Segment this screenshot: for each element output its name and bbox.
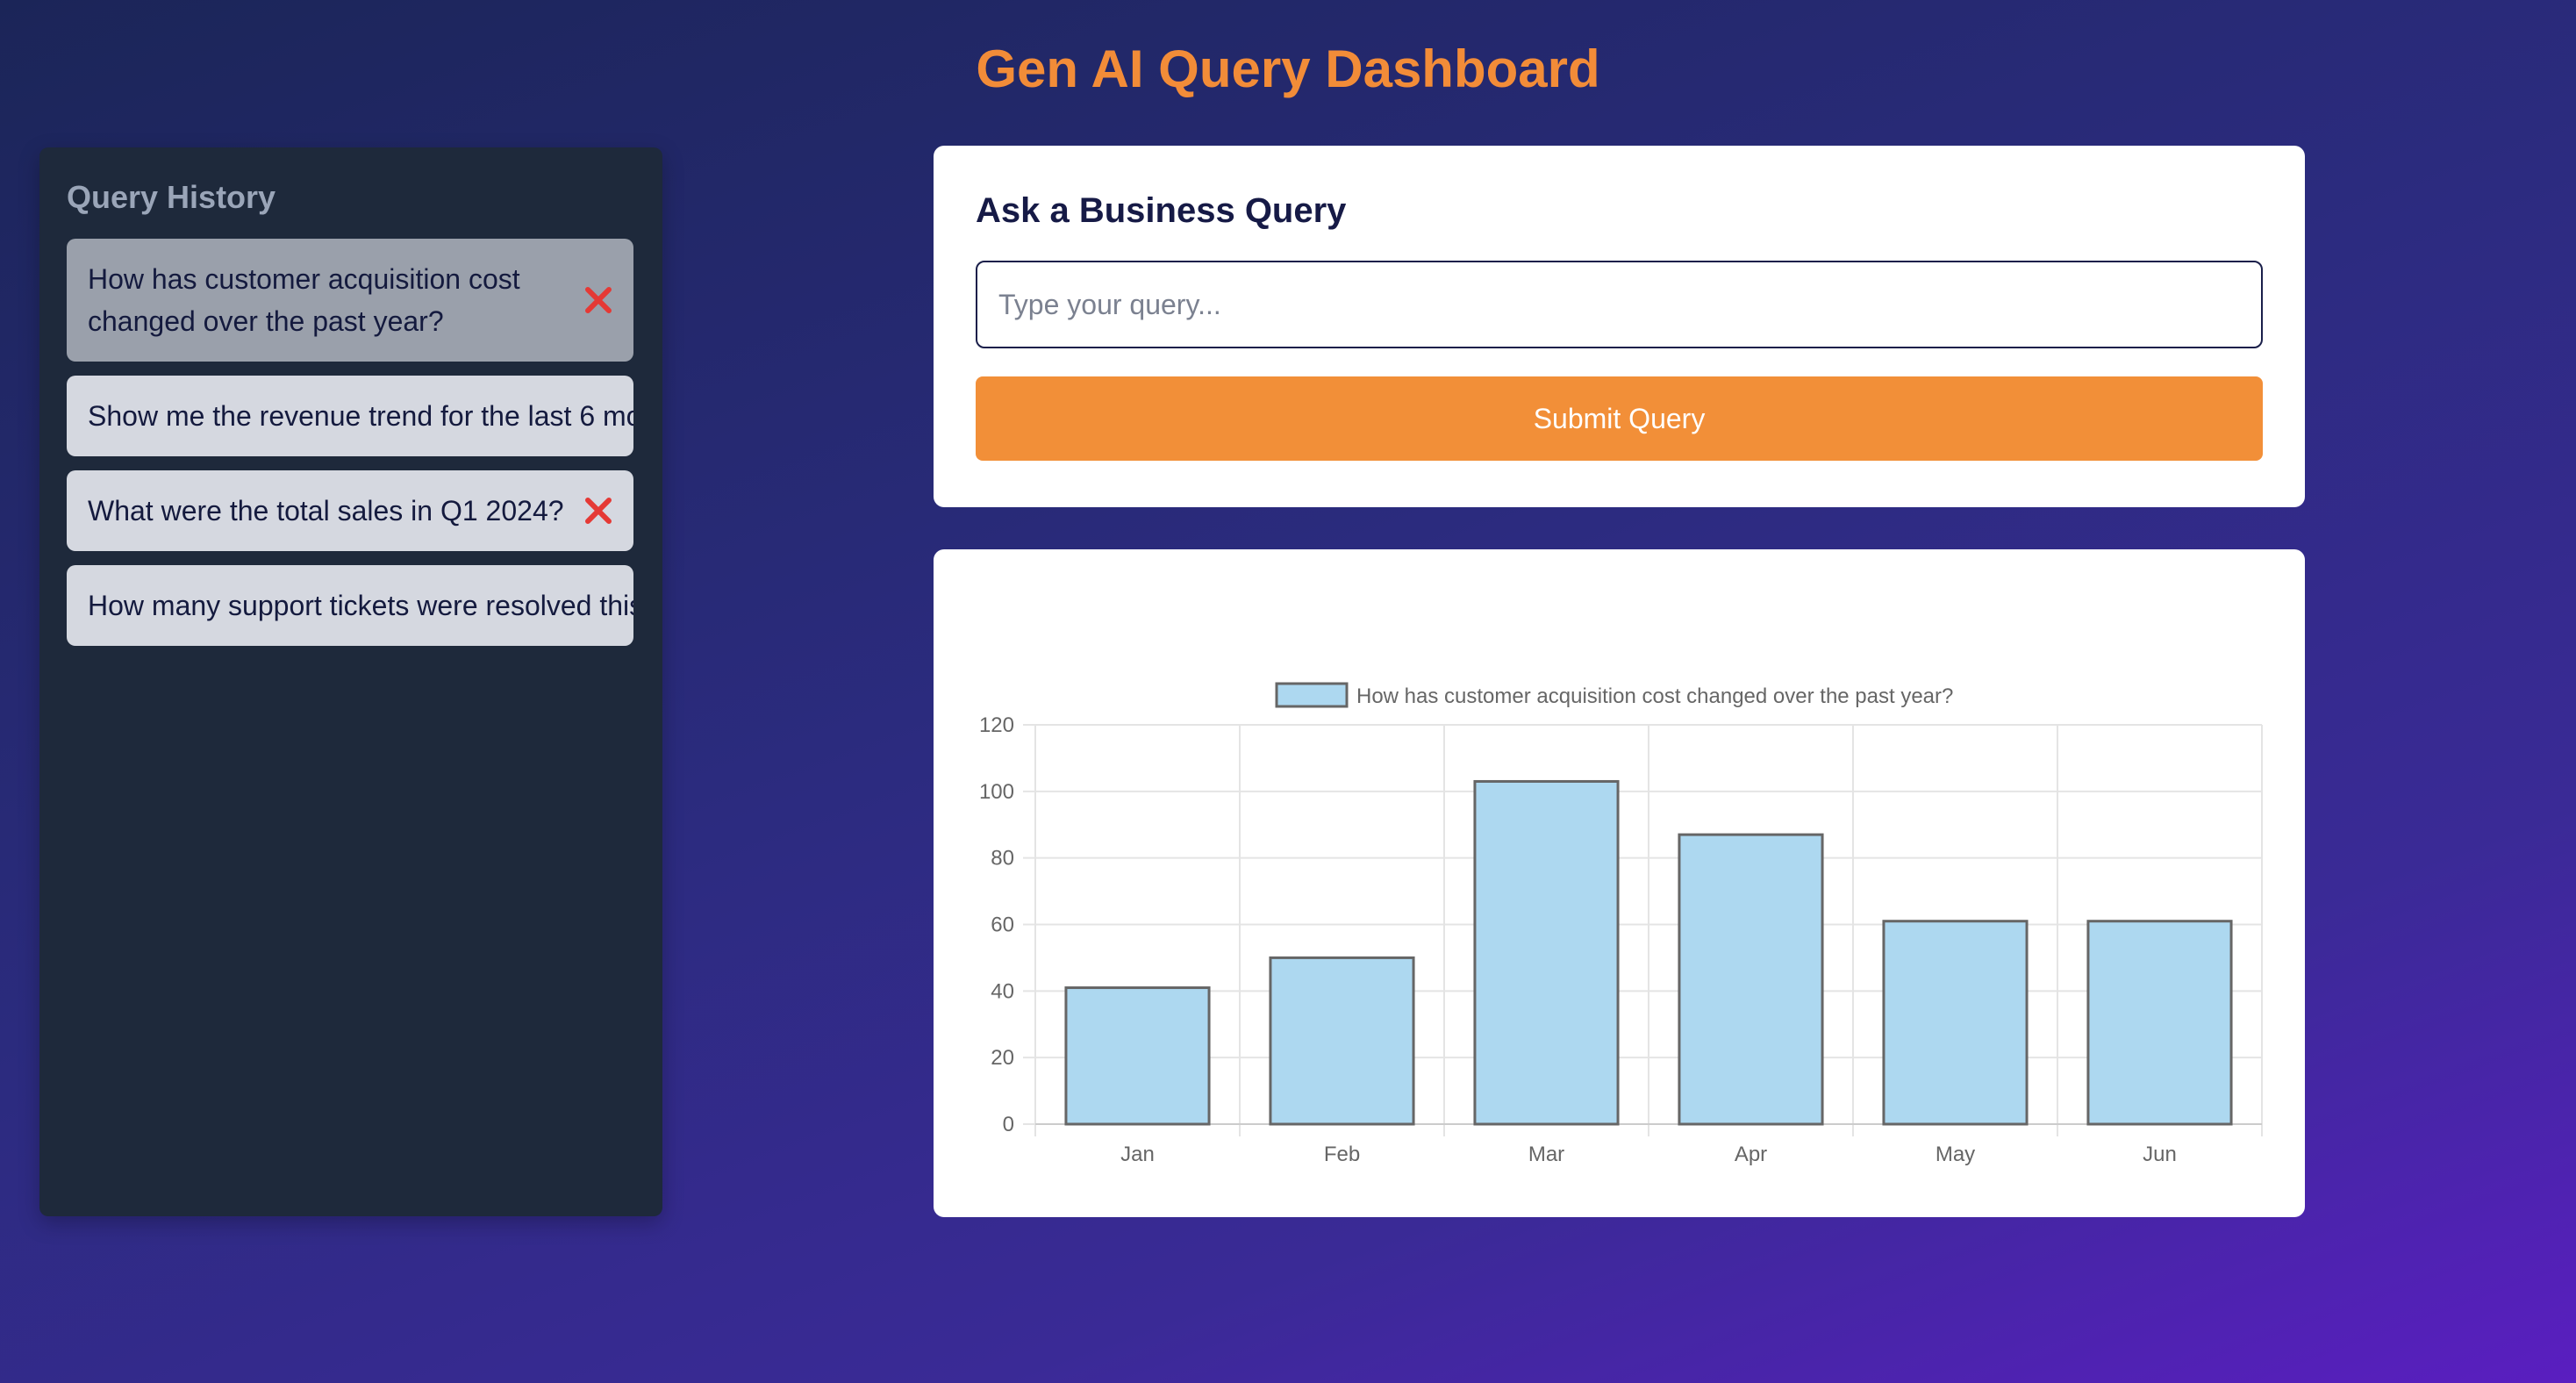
y-tick-label: 40 — [991, 979, 1014, 1003]
submit-query-button[interactable]: Submit Query — [976, 376, 2263, 461]
query-heading: Ask a Business Query — [976, 191, 1347, 230]
history-item-text: How has customer acquisition cost change… — [88, 263, 520, 337]
bar-chart: 0 20 40 60 80 100 120 Jan Feb Mar Apr May Jun How ha… — [979, 682, 2263, 1166]
bar-may[interactable] — [1882, 920, 2029, 1126]
y-tick-label: 100 — [979, 780, 1014, 804]
history-item-text: How many support tickets were resolved t… — [88, 590, 633, 621]
y-tick-label: 60 — [991, 914, 1014, 937]
bar-mar[interactable] — [1473, 779, 1620, 1126]
x-tick-label: Apr — [1735, 1143, 1767, 1166]
x-tick-label: Jan — [1120, 1143, 1155, 1166]
query-card: Ask a Business Query Submit Query — [934, 146, 2305, 507]
x-tick-label: Jun — [2143, 1143, 2177, 1166]
y-tick-label: 120 — [979, 713, 1014, 737]
bar-jan[interactable] — [1064, 986, 1211, 1126]
history-item[interactable]: How many support tickets were resolved t… — [67, 565, 633, 646]
history-item[interactable]: Show me the revenue trend for the last 6… — [67, 376, 633, 456]
history-item-text: What were the total sales in Q1 2024? — [88, 495, 564, 527]
legend-label: How has customer acquisition cost change… — [1356, 684, 1953, 708]
bar-apr[interactable] — [1678, 833, 1824, 1126]
history-item[interactable]: What were the total sales in Q1 2024? — [67, 470, 633, 551]
page-title: Gen AI Query Dashboard — [976, 39, 1600, 98]
chart-card: 0 20 40 60 80 100 120 Jan Feb Mar Apr May Jun How ha… — [934, 549, 2305, 1217]
history-item-text: Show me the revenue trend for the last 6… — [88, 400, 633, 432]
query-input[interactable] — [976, 261, 2263, 348]
legend-swatch — [1275, 682, 1349, 708]
query-history-title: Query History — [67, 179, 276, 215]
y-tick-label: 80 — [991, 847, 1014, 871]
y-tick-label: 20 — [991, 1046, 1014, 1070]
bar-feb[interactable] — [1269, 956, 1415, 1126]
x-tick-label: May — [1936, 1143, 1975, 1166]
delete-icon[interactable] — [581, 493, 616, 528]
delete-icon[interactable] — [581, 283, 616, 318]
query-history-panel: Query History How has customer acquisiti… — [39, 147, 662, 1216]
y-tick-label: 0 — [1003, 1113, 1014, 1136]
x-tick-label: Mar — [1528, 1143, 1564, 1166]
bar-jun[interactable] — [2086, 920, 2233, 1126]
history-item[interactable]: How has customer acquisition cost change… — [67, 239, 633, 362]
x-tick-label: Feb — [1324, 1143, 1360, 1166]
chart-legend: How has customer acquisition cost change… — [1275, 682, 1953, 708]
